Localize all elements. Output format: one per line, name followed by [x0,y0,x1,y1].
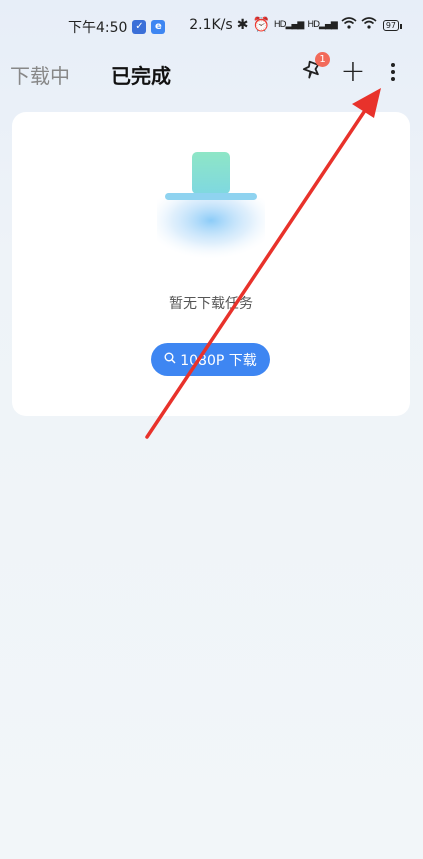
browser-app-icon: e [151,20,166,34]
bluetooth-icon: ✱ [236,17,249,33]
pin-button[interactable]: 1 [296,52,330,88]
notification-badge: 1 [315,52,330,67]
status-right: 2.1K/s ✱ ⏰ HD▂▄▆ HD▂▄▆ 97 [189,17,403,33]
download-button-label: 1080P 下载 [180,352,257,369]
search-icon [164,352,176,368]
wifi-icon [341,17,357,33]
notification-app-icon: ✓ [132,20,147,34]
tab-downloading[interactable]: 下载中 [10,60,70,89]
wifi-icon-2 [361,17,377,33]
more-vertical-icon [391,63,395,81]
empty-message: 暂无下载任务 [169,296,253,312]
alarm-icon: ⏰ [252,17,270,33]
add-task-button[interactable]: + [337,56,369,88]
signal-icon-2: HD▂▄▆ [307,20,337,30]
status-bar: 下午4:50 ✓ e 2.1K/s ✱ ⏰ HD▂▄▆ HD▂▄▆ 97 [0,0,423,52]
status-left: 下午4:50 ✓ e [68,17,166,37]
plus-icon: + [340,54,366,89]
signal-icon: HD▂▄▆ [273,20,304,30]
header: 下载中 已完成 1 + [0,52,423,90]
more-menu-button[interactable] [377,56,409,88]
tab-completed[interactable]: 已完成 [111,60,171,89]
empty-state-card: 暂无下载任务 1080P 下载 [12,112,410,416]
status-time: 下午4:50 [68,20,128,36]
empty-download-illustration [147,152,275,262]
battery-icon: 97 [382,19,403,31]
network-speed: 2.1K/s [189,17,233,33]
download-1080p-button[interactable]: 1080P 下载 [151,343,270,376]
